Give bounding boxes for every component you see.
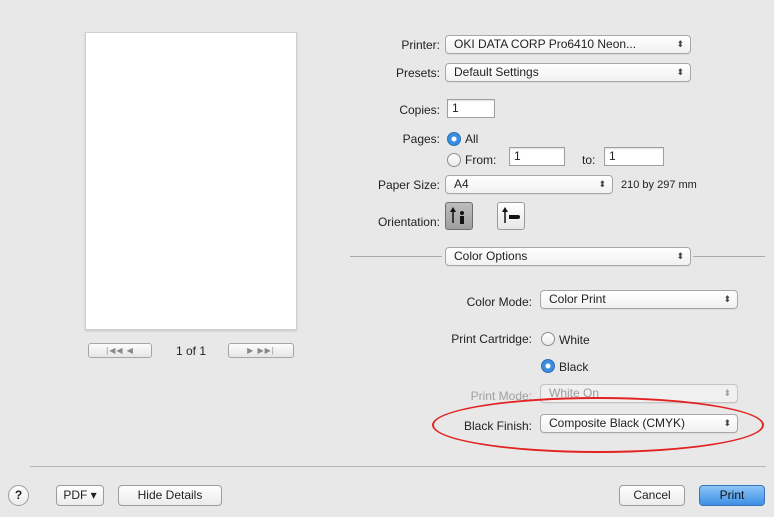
bottom-separator bbox=[30, 466, 766, 467]
pages-all-radio[interactable] bbox=[447, 132, 461, 146]
section-separator-left bbox=[350, 256, 442, 257]
color-mode-label: Color Mode: bbox=[466, 295, 532, 309]
landscape-orientation-icon bbox=[502, 207, 520, 223]
print-button[interactable]: Print bbox=[699, 485, 765, 506]
popup-arrows-icon: ⬍ bbox=[723, 294, 731, 304]
presets-popup[interactable]: Default Settings ⬍ bbox=[445, 63, 691, 82]
paper-size-popup[interactable]: A4 ⬍ bbox=[445, 175, 613, 194]
pages-from-label: From: bbox=[465, 153, 497, 167]
popup-arrows-icon: ⬍ bbox=[676, 39, 684, 49]
popup-arrows-icon: ⬍ bbox=[676, 251, 684, 261]
section-popup-value: Color Options bbox=[454, 249, 528, 263]
pager-next-label: ▶ bbox=[247, 346, 255, 355]
portrait-orientation-button[interactable] bbox=[445, 202, 473, 230]
help-button[interactable]: ? bbox=[8, 485, 29, 506]
cartridge-white-radio[interactable] bbox=[541, 332, 555, 346]
help-icon: ? bbox=[14, 488, 23, 502]
cartridge-black-label: Black bbox=[559, 360, 589, 374]
orientation-label: Orientation: bbox=[377, 215, 440, 229]
copies-field[interactable]: 1 bbox=[447, 99, 495, 118]
presets-label: Presets: bbox=[395, 66, 440, 80]
cancel-button[interactable]: Cancel bbox=[619, 485, 685, 506]
presets-value: Default Settings bbox=[454, 65, 539, 79]
paper-size-label: Paper Size: bbox=[377, 178, 440, 192]
pager-prev-label: ◀ bbox=[126, 346, 134, 355]
copies-label: Copies: bbox=[399, 103, 440, 117]
pager-next-last-button[interactable]: ▶ ▶▶| bbox=[228, 343, 294, 358]
section-separator-right bbox=[693, 256, 765, 257]
printer-popup[interactable]: OKI DATA CORP Pro6410 Neon... ⬍ bbox=[445, 35, 691, 54]
pager-first-prev-button[interactable]: |◀◀ ◀ bbox=[88, 343, 152, 358]
pdf-button[interactable]: PDF ▾ bbox=[56, 485, 104, 506]
highlight-ellipse bbox=[432, 397, 764, 453]
popup-arrows-icon: ⬍ bbox=[676, 67, 684, 77]
cartridge-black-radio[interactable] bbox=[541, 359, 555, 373]
color-mode-value: Color Print bbox=[549, 292, 606, 306]
pager-first-label: |◀◀ bbox=[106, 346, 124, 355]
pager-text: 1 of 1 bbox=[176, 344, 207, 358]
pages-all-label: All bbox=[465, 132, 479, 146]
color-mode-popup[interactable]: Color Print ⬍ bbox=[540, 290, 738, 309]
printer-value: OKI DATA CORP Pro6410 Neon... bbox=[454, 37, 637, 51]
printer-label: Printer: bbox=[401, 38, 440, 52]
pages-from-field[interactable]: 1 bbox=[509, 147, 565, 166]
page-preview bbox=[85, 32, 297, 330]
popup-arrows-icon: ⬍ bbox=[723, 388, 731, 398]
pages-to-label: to: bbox=[582, 153, 596, 167]
hide-details-button[interactable]: Hide Details bbox=[118, 485, 222, 506]
pages-label: Pages: bbox=[402, 132, 440, 146]
print-cartridge-label: Print Cartridge: bbox=[451, 332, 532, 346]
paper-size-dimensions: 210 by 297 mm bbox=[621, 179, 697, 191]
section-popup[interactable]: Color Options ⬍ bbox=[445, 247, 691, 266]
portrait-orientation-icon bbox=[450, 207, 464, 224]
cartridge-white-label: White bbox=[559, 333, 590, 347]
pages-to-field[interactable]: 1 bbox=[604, 147, 664, 166]
landscape-orientation-button[interactable] bbox=[497, 202, 525, 230]
pager-last-label: ▶▶| bbox=[257, 346, 275, 355]
paper-size-value: A4 bbox=[454, 177, 469, 191]
pages-from-radio[interactable] bbox=[447, 153, 461, 167]
popup-arrows-icon: ⬍ bbox=[598, 179, 606, 189]
